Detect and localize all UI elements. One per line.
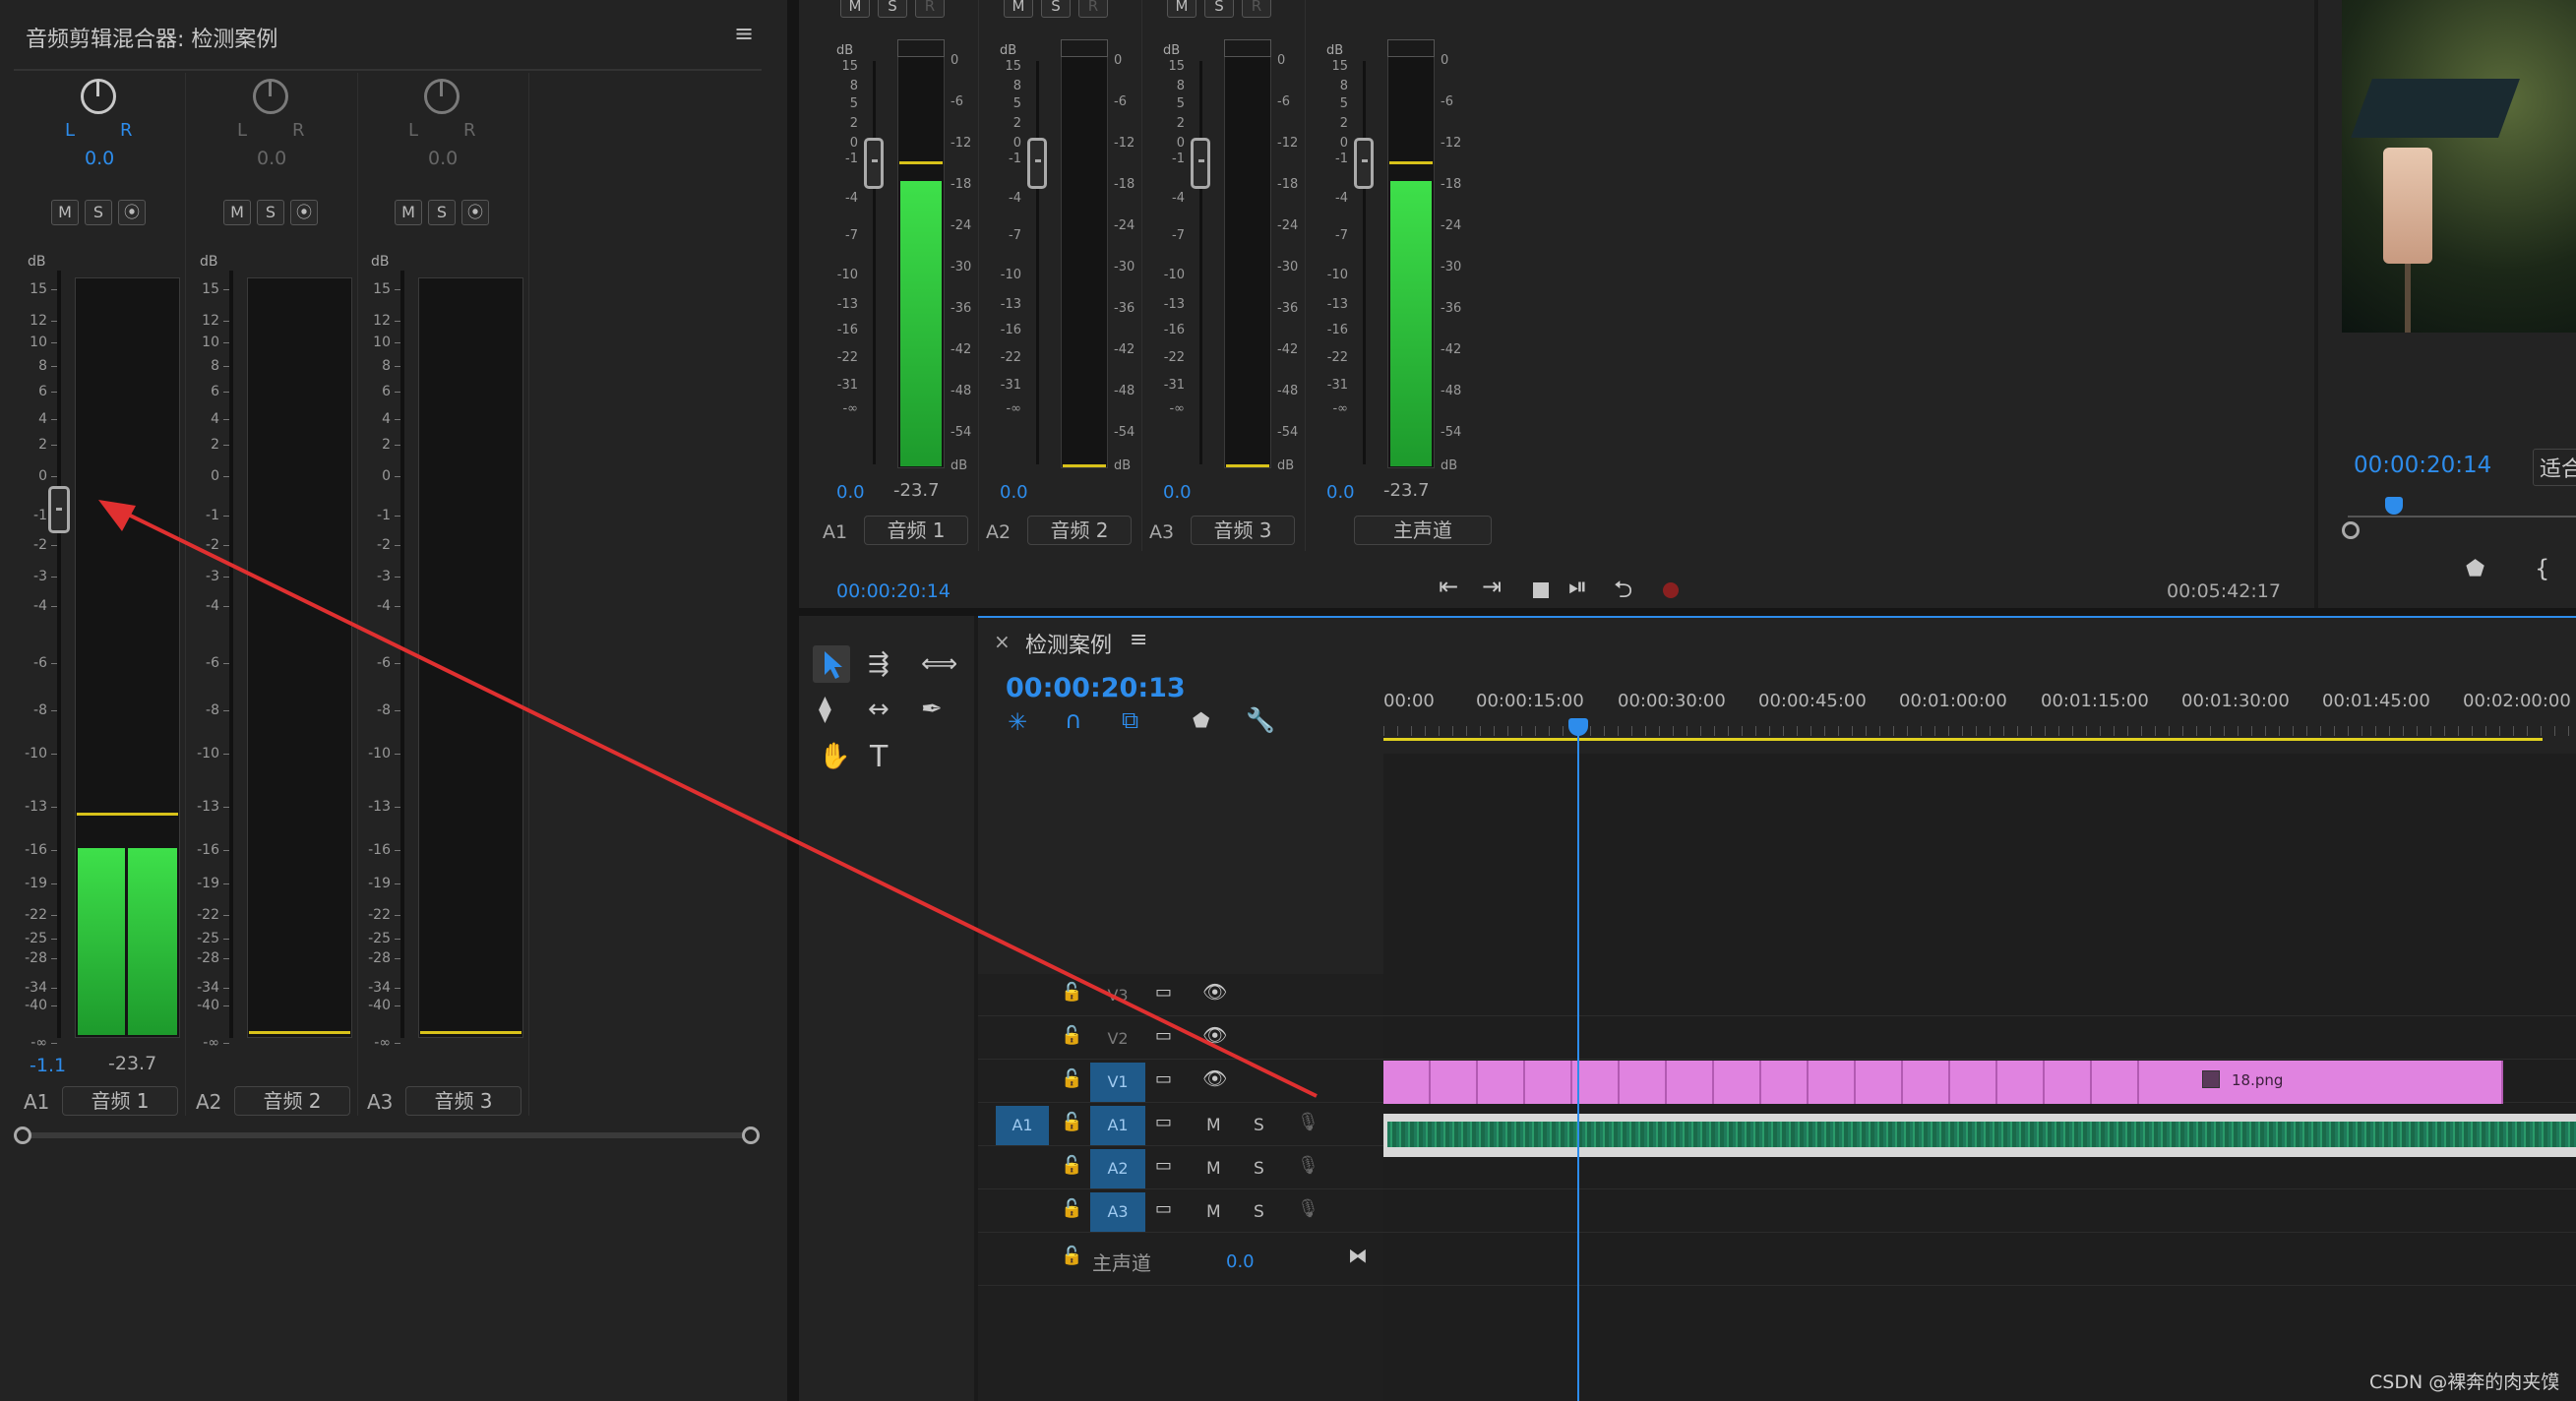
watermark: CSDN @裸奔的肉夹馍 <box>2369 1371 2560 1393</box>
annotation-arrow <box>98 500 1318 1098</box>
